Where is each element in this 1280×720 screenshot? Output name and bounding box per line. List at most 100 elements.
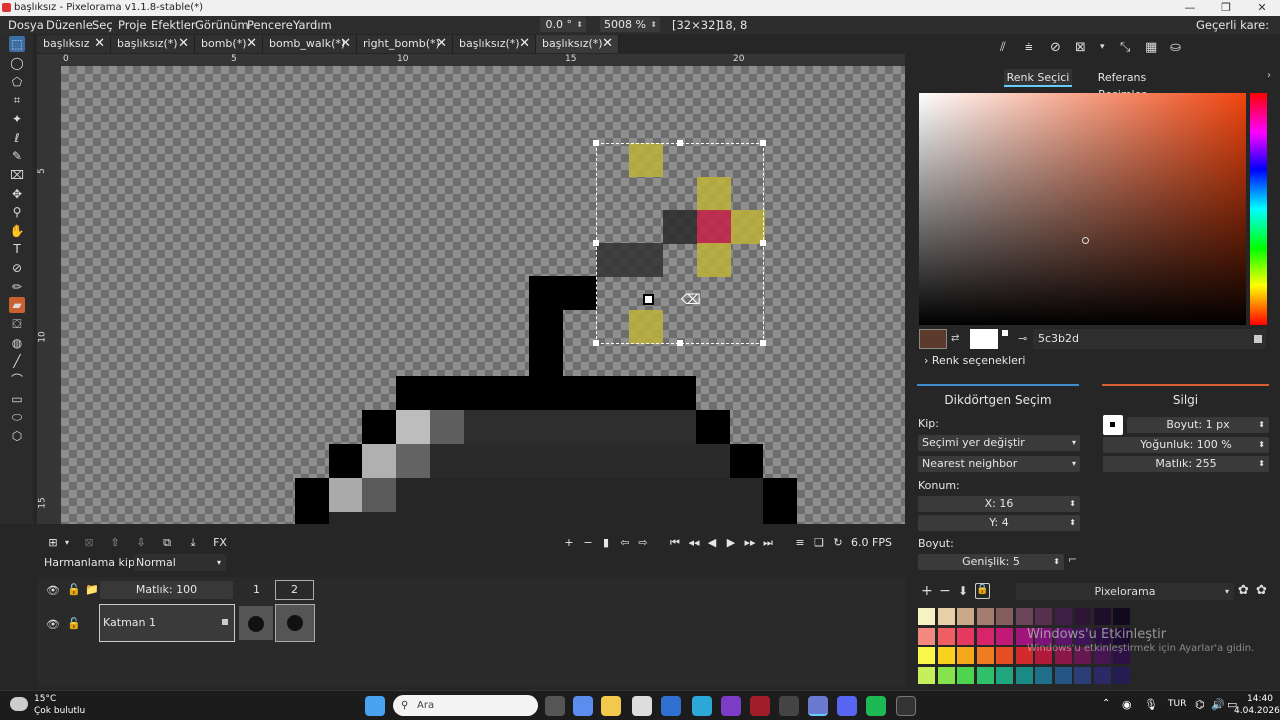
palette-swatch[interactable] <box>1054 608 1072 625</box>
color-picker-tool-icon[interactable]: ⊘ <box>9 260 25 276</box>
palette-swatch[interactable] <box>1093 608 1111 625</box>
palette-swatch[interactable] <box>976 627 994 645</box>
reset-colors-icon[interactable] <box>1002 330 1008 336</box>
folder-icon[interactable]: 📁 <box>85 583 99 596</box>
clock-date[interactable]: 4.04.2026 <box>1234 706 1280 716</box>
palette-swatch[interactable] <box>996 647 1013 664</box>
palette-swatch[interactable] <box>1093 666 1111 684</box>
eraser-density-spinbox[interactable]: Yoğunluk: 100 % ⬍ <box>1103 437 1269 453</box>
selection-handle[interactable] <box>760 340 766 346</box>
zoom-tool-icon[interactable]: ⚲ <box>9 204 25 220</box>
lasso-tool-icon[interactable]: ℓ <box>9 130 25 146</box>
fx-button[interactable]: FX <box>209 535 231 551</box>
app-icon-blue[interactable] <box>661 696 681 716</box>
vscode-icon[interactable] <box>692 696 712 716</box>
selection-handle[interactable] <box>593 240 599 246</box>
brush-shape-button[interactable] <box>1103 415 1123 435</box>
selection-handle[interactable] <box>593 340 599 346</box>
width-spinbox[interactable]: Genişlik: 5 ⬍ <box>918 554 1064 570</box>
close-icon[interactable]: ✕ <box>94 35 105 53</box>
download-icon[interactable]: ⬇ <box>958 584 968 598</box>
palette-swatch[interactable] <box>996 666 1013 684</box>
visual-studio-icon[interactable] <box>721 696 741 716</box>
selection-handle[interactable] <box>677 340 683 346</box>
copilot-icon[interactable] <box>573 696 593 716</box>
move-up-icon[interactable]: ⇧ <box>107 535 123 551</box>
menu-dosya[interactable]: Dosya <box>8 18 44 32</box>
frame-2-cel-thumbnail[interactable] <box>275 604 315 642</box>
rect-select-tool-icon[interactable]: ⬚ <box>9 36 25 52</box>
mirror-y-icon[interactable]: ⩧ <box>1025 40 1033 55</box>
lock-icon[interactable]: 🔒 <box>975 583 990 599</box>
palette-swatch[interactable] <box>1113 666 1130 684</box>
eraser-tool-icon[interactable]: ▰ <box>9 297 25 313</box>
palette-options-icon[interactable]: ✿ <box>1256 583 1267 598</box>
zoom-spinbox[interactable]: 5008 % ⬍ <box>600 17 660 32</box>
lock-icon[interactable]: 🔓 <box>67 583 81 596</box>
selection-handle[interactable] <box>593 140 599 146</box>
pencil-tool-icon[interactable]: ✏ <box>9 279 25 295</box>
color-picker-area[interactable] <box>919 93 1246 325</box>
palette-swatch[interactable] <box>957 666 974 684</box>
palette-swatch[interactable] <box>918 666 935 684</box>
start-icon[interactable] <box>365 696 385 716</box>
mirror-x-icon[interactable]: ⫽ <box>1000 40 1006 55</box>
eye-icon[interactable]: 👁 <box>46 584 60 597</box>
position-y-spinbox[interactable]: Y: 4 ⬍ <box>918 515 1080 531</box>
selection-handle[interactable] <box>760 140 766 146</box>
tab-project-2[interactable]: başlıksız(*) ✕ <box>111 35 195 53</box>
palette-select[interactable]: Pixelorama ▾ <box>1016 583 1234 600</box>
maximize-button[interactable]: ❐ <box>1208 0 1244 16</box>
3d-shape-tool-icon[interactable]: ⬡ <box>9 428 25 444</box>
menu-gorunum[interactable]: Görünüm <box>195 18 249 32</box>
rotation-spinbox[interactable]: 0.0 ° ⬍ <box>540 17 586 32</box>
remove-layer-icon[interactable]: ⊠ <box>81 535 97 551</box>
palette-swatch[interactable] <box>937 608 955 625</box>
pixelorama-icon[interactable] <box>808 696 828 716</box>
palette-swatch[interactable] <box>918 608 935 625</box>
chevron-down-icon[interactable]: ▾ <box>1100 42 1105 52</box>
bucket-tool-icon[interactable]: ⛋ <box>9 316 25 332</box>
magic-wand-tool-icon[interactable]: ✦ <box>9 111 25 127</box>
menu-proje[interactable]: Proje <box>118 18 147 32</box>
secondary-color-swatch[interactable] <box>970 329 998 349</box>
palette-swatch[interactable] <box>937 647 955 664</box>
palette-swatch[interactable] <box>918 647 935 664</box>
tab-project-5[interactable]: right_bomb(*) ✕ <box>357 35 453 53</box>
palette-swatch[interactable] <box>1035 608 1052 625</box>
move-left-icon[interactable]: ⇦ <box>617 535 633 551</box>
layer-opacity-slider[interactable]: Matlık: 100 <box>100 581 233 599</box>
next-frame-icon[interactable]: ▸▸ <box>742 535 758 551</box>
clock-time[interactable]: 14:40 <box>1247 694 1273 704</box>
eraser-size-spinbox[interactable]: Boyut: 1 px ⬍ <box>1127 417 1269 433</box>
close-window-button[interactable]: ✕ <box>1244 0 1280 16</box>
tab-project-4[interactable]: bomb_walk(*) ✕ <box>263 35 357 53</box>
add-frame-icon[interactable]: + <box>561 535 577 551</box>
frame-1-button[interactable]: 1 <box>253 583 260 596</box>
close-icon[interactable]: ✕ <box>519 35 530 53</box>
swap-colors-icon[interactable]: ⇄ <box>951 333 959 344</box>
palette-swatch[interactable] <box>937 666 955 684</box>
color-options-toggle[interactable]: › Renk seçenekleri <box>924 354 1026 367</box>
hue-slider[interactable] <box>1250 93 1267 325</box>
mirror-xy-icon[interactable]: ⊘ <box>1050 40 1061 55</box>
hex-input[interactable]: 5c3b2d <box>1033 329 1266 349</box>
lock-icon[interactable]: 🔓 <box>67 617 81 630</box>
close-icon[interactable]: ✕ <box>436 35 447 53</box>
menu-pencere[interactable]: Pencere <box>247 18 293 32</box>
merge-layer-icon[interactable]: ⤓ <box>185 535 201 551</box>
microphone-icon[interactable]: 🎙 <box>1144 698 1158 711</box>
eye-icon[interactable]: 👁 <box>46 618 60 631</box>
add-color-icon[interactable]: + <box>921 583 933 599</box>
primary-color-swatch[interactable] <box>919 329 947 349</box>
palette-swatch[interactable] <box>1015 666 1033 684</box>
palette-settings-icon[interactable]: ✿ <box>1238 583 1249 598</box>
onion-skin-icon[interactable]: ❏ <box>811 535 827 551</box>
search-box[interactable]: ⚲ Ara <box>393 695 538 716</box>
palette-swatch[interactable] <box>1074 608 1091 625</box>
interpolation-select[interactable]: Nearest neighbor ▾ <box>918 456 1080 472</box>
unity-icon[interactable] <box>779 696 799 716</box>
discord-icon[interactable] <box>837 696 857 716</box>
move-down-icon[interactable]: ⇩ <box>133 535 149 551</box>
menu-yardim[interactable]: Yardım <box>293 18 332 32</box>
